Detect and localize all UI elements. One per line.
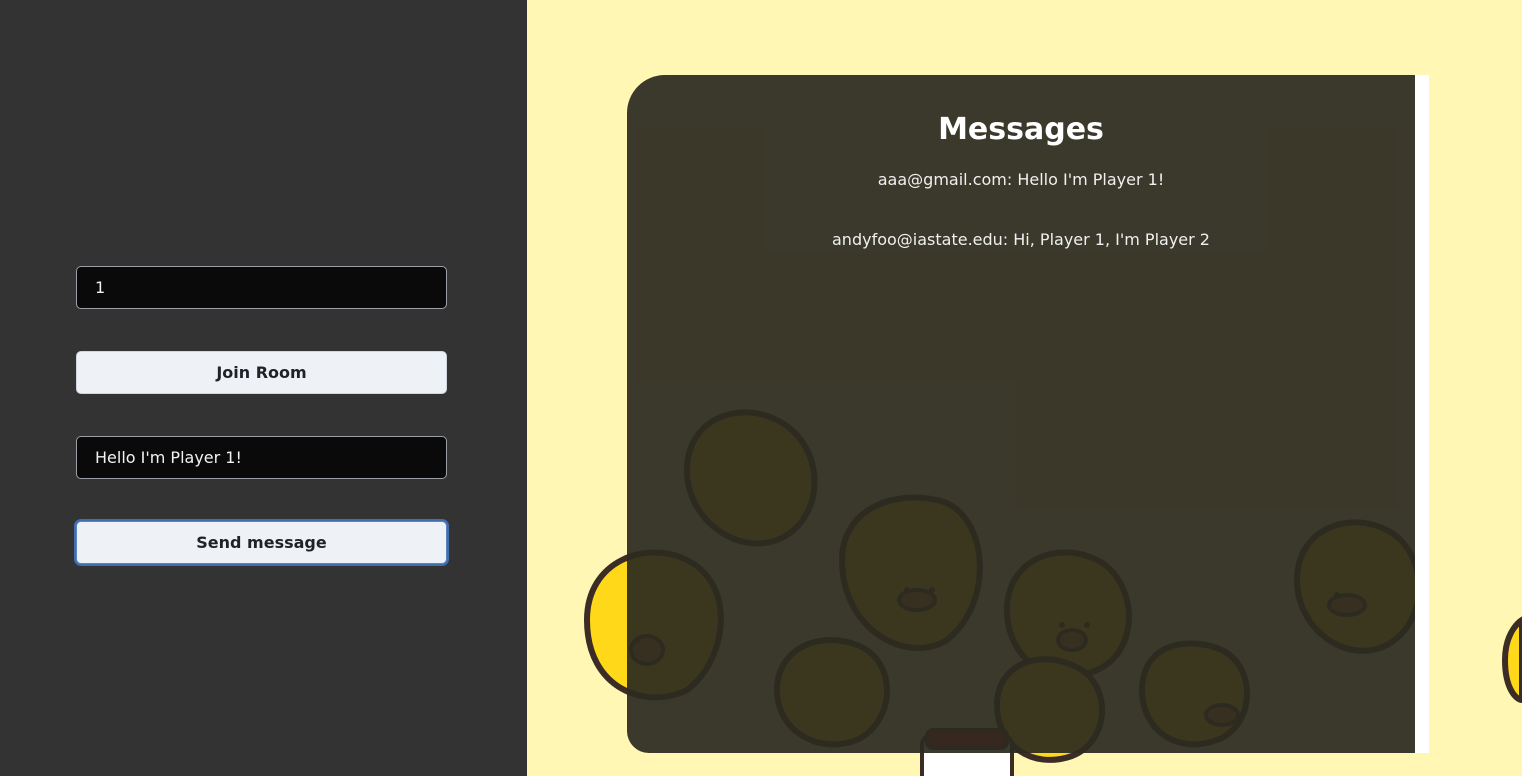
send-message-button[interactable]: Send message: [76, 521, 447, 564]
message-item: aaa@gmail.com: Hello I'm Player 1!: [877, 170, 1165, 189]
message-input[interactable]: Hello I'm Player 1!: [76, 436, 447, 479]
join-room-button[interactable]: Join Room: [76, 351, 447, 394]
chick-illustration: [1501, 616, 1522, 704]
left-panel: 1 Join Room Hello I'm Player 1! Send mes…: [0, 0, 527, 776]
messages-title: Messages: [938, 112, 1104, 147]
message-item: andyfoo@iastate.edu: Hi, Player 1, I'm P…: [832, 230, 1210, 249]
room-input[interactable]: 1: [76, 266, 447, 309]
chat-area: Messages aaa@gmail.com: Hello I'm Player…: [527, 0, 1522, 776]
scrollbar[interactable]: [1415, 75, 1429, 753]
app: 1 Join Room Hello I'm Player 1! Send mes…: [0, 0, 1522, 776]
